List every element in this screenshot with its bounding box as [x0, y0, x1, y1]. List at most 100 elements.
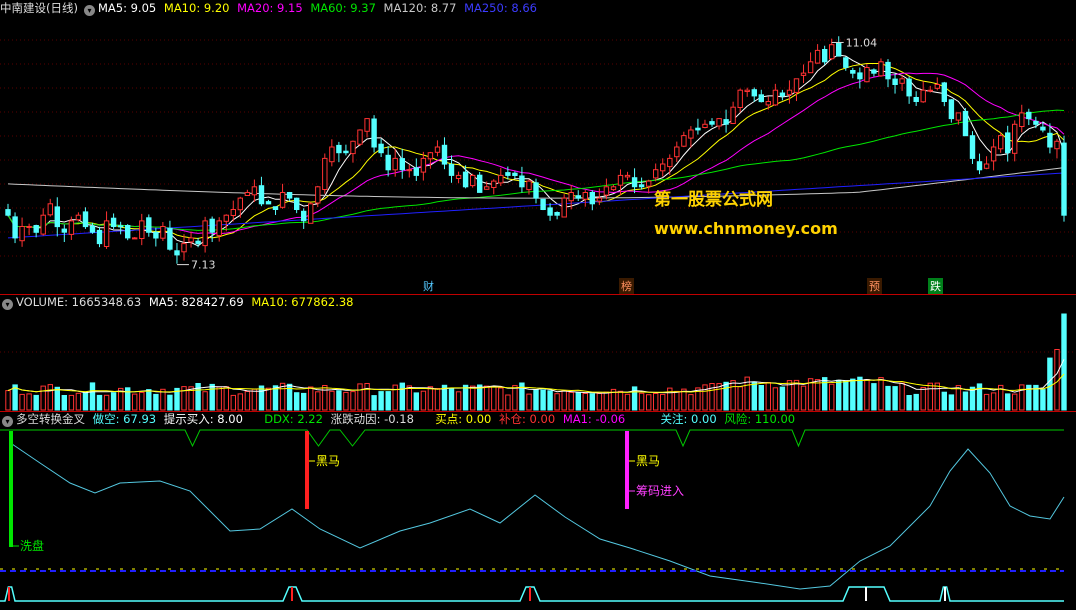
candle: [448, 163, 455, 176]
settings-icon[interactable]: ▾: [2, 299, 13, 310]
candle: [624, 174, 631, 178]
candle: [793, 78, 800, 93]
heima-bar-2: [625, 431, 629, 509]
volume-bar: [209, 383, 215, 411]
volume-bar: [385, 391, 391, 411]
volume-bar: [723, 381, 729, 411]
candle: [420, 157, 427, 173]
volume-bar: [237, 393, 244, 411]
volume-bar: [125, 387, 131, 411]
fengxian-value: 风险: 110.00: [724, 412, 796, 426]
volume-bar: [512, 385, 518, 411]
candle: [976, 161, 983, 171]
volume-bar: [892, 386, 898, 411]
candle: [983, 163, 990, 169]
candle: [385, 154, 391, 171]
volume-bar: [223, 386, 230, 411]
volume-bar: [40, 385, 46, 411]
candle: [695, 127, 701, 131]
settings-icon[interactable]: ▾: [2, 416, 13, 427]
volume-bar: [448, 388, 455, 411]
ma20-value: MA20: 9.15: [237, 1, 303, 15]
candle: [772, 89, 779, 106]
price-chart[interactable]: 11.04 7.13: [0, 0, 1076, 294]
candle: [660, 163, 666, 172]
candle: [286, 192, 293, 199]
volume-bar: [470, 385, 476, 411]
volume-bar: [779, 386, 786, 411]
volume-pane[interactable]: ▾ VOLUME: 1665348.63 MA5: 828427.69 MA10:…: [0, 294, 1076, 411]
volume-bar: [793, 379, 800, 411]
candle: [139, 220, 145, 239]
candle: [1012, 123, 1018, 154]
candle: [399, 158, 406, 171]
candle: [40, 214, 46, 235]
volume-bar: [139, 391, 145, 411]
candle: [1061, 142, 1067, 216]
candle: [843, 57, 849, 68]
candle: [103, 220, 110, 247]
volume-bar: [589, 393, 595, 411]
candle: [265, 201, 272, 205]
candle: [413, 167, 420, 176]
heima-bar-1: [305, 431, 309, 509]
candle: [336, 144, 342, 154]
candle: [744, 89, 750, 92]
volume-bar: [294, 392, 300, 411]
volume-bar: [61, 395, 67, 411]
candle: [216, 220, 222, 237]
vol-ma10-value: MA10: 677862.38: [251, 295, 354, 309]
candle: [118, 225, 124, 228]
volume-bar: [153, 393, 159, 411]
volume-bar: [110, 392, 117, 411]
candle: [941, 82, 947, 103]
volume-bar: [19, 393, 25, 411]
candle: [491, 180, 497, 189]
candle: [906, 78, 912, 97]
candle: [688, 129, 694, 139]
candle: [667, 157, 673, 168]
volume-chart[interactable]: [0, 294, 1076, 411]
candle: [110, 217, 117, 227]
candle: [990, 146, 997, 162]
volume-bar: [420, 390, 427, 411]
indicator-pane[interactable]: ▾ 多空转换金叉 做空: 67.93 提示买入: 8.00 DDX: 2.22 涨…: [0, 411, 1076, 610]
volume-bar: [653, 393, 659, 411]
candle: [406, 169, 413, 172]
volume-bar: [829, 383, 835, 411]
maidian-value: 买点: 0.00: [435, 412, 492, 426]
zuokong-value: 做空: 67.93: [92, 412, 157, 426]
volume-bar: [941, 391, 947, 411]
candle: [857, 72, 863, 80]
volume-bar: [575, 392, 581, 411]
candle: [279, 192, 286, 208]
event-yu[interactable]: 预: [867, 278, 882, 294]
indicator-chart[interactable]: 洗盘 黑马 黑马筹码进入: [0, 411, 1076, 610]
candle: [427, 152, 434, 160]
volume-bar: [308, 386, 314, 411]
event-bang[interactable]: 榜: [619, 278, 634, 294]
candle: [392, 157, 398, 171]
candle: [589, 192, 595, 205]
volume-bar: [1040, 389, 1046, 411]
volume-bar: [561, 390, 567, 411]
candle: [61, 228, 67, 233]
candle: [132, 237, 138, 240]
event-die[interactable]: 跌: [928, 278, 943, 294]
volume-bar: [814, 379, 821, 411]
volume-bar: [498, 387, 504, 411]
oscillator-line: [11, 443, 1065, 590]
price-pane[interactable]: 中南建设(日线) ▾ MA5: 9.05 MA10: 9.20 MA20: 9.15…: [0, 0, 1076, 294]
event-cai[interactable]: 财: [421, 278, 436, 294]
volume-bar: [146, 389, 152, 411]
candle: [26, 226, 32, 228]
candle: [195, 240, 201, 245]
settings-icon[interactable]: ▾: [83, 5, 95, 16]
volume-bar: [836, 379, 842, 411]
candle: [864, 67, 870, 83]
volume-bar: [800, 385, 807, 411]
tishi-value: 提示买入: 8.00: [163, 412, 243, 426]
candle: [350, 140, 356, 155]
volume-bar: [343, 391, 349, 411]
candle: [455, 174, 462, 179]
